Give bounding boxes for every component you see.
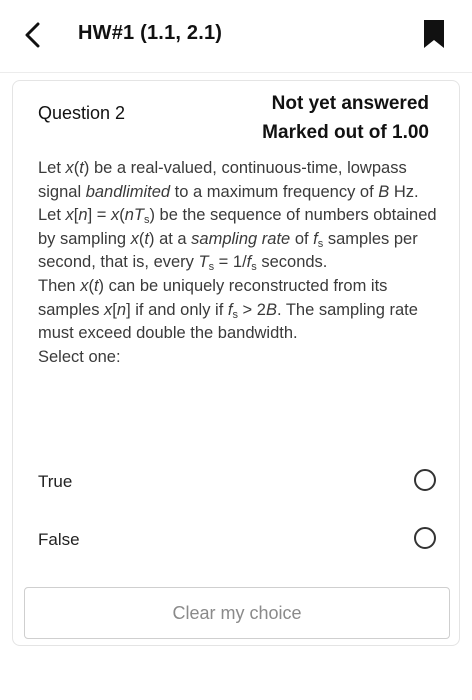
option-false-radio[interactable]: [414, 527, 436, 549]
quiz-page: HW#1 (1.1, 2.1) Question 2 Not yet answe…: [0, 0, 472, 700]
back-button[interactable]: [18, 20, 48, 50]
option-true-radio[interactable]: [414, 469, 436, 491]
question-card: Question 2 Not yet answered Marked out o…: [12, 80, 460, 646]
marks-status: Marked out of 1.00: [262, 122, 429, 143]
question-paragraph-3: Then x(t) can be uniquely reconstructed …: [38, 276, 418, 343]
chevron-left-icon: [25, 22, 40, 48]
answer-status: Not yet answered: [271, 93, 429, 114]
question-paragraph-2: Let x[n] = x(nTs) be the sequence of num…: [38, 206, 437, 274]
select-one-prompt: Select one:: [38, 347, 121, 366]
question-status: Not yet answered Marked out of 1.00: [262, 89, 429, 147]
option-false[interactable]: False: [13, 519, 459, 563]
question-text: Let x(t) be a real-valued, continuous-ti…: [38, 157, 448, 369]
bookmark-button[interactable]: [422, 18, 446, 50]
option-false-label: False: [38, 530, 80, 549]
option-true-label: True: [38, 472, 73, 491]
top-bar: HW#1 (1.1, 2.1): [0, 0, 472, 73]
question-number: Question 2: [38, 103, 126, 123]
page-title: HW#1 (1.1, 2.1): [78, 22, 223, 44]
option-true[interactable]: True: [13, 461, 459, 505]
bookmark-icon: [424, 20, 444, 48]
question-paragraph-1: Let x(t) be a real-valued, continuous-ti…: [38, 159, 419, 201]
clear-choice-button[interactable]: Clear my choice: [24, 587, 450, 639]
